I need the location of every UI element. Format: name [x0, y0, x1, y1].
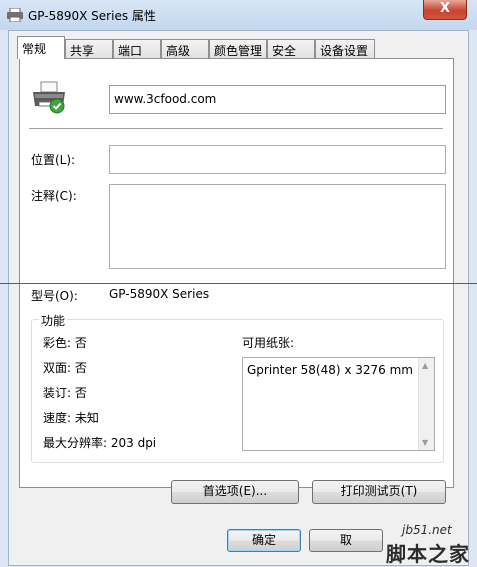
watermark-site: jb51.net	[402, 523, 452, 537]
color-capability: 彩色: 否	[43, 336, 87, 350]
title-bar: GP-5890X Series 属性 X	[0, 0, 477, 30]
duplex-capability: 双面: 否	[43, 361, 87, 375]
scroll-down-arrow-icon[interactable]: ▼	[422, 438, 428, 447]
window-title: GP-5890X Series 属性	[28, 9, 156, 23]
tab-general[interactable]: 常规	[17, 36, 65, 59]
tab-ports[interactable]: 端口	[113, 39, 161, 58]
comment-input[interactable]	[109, 184, 446, 269]
red-guide-line	[0, 283, 477, 284]
speed-capability: 速度: 未知	[43, 411, 99, 425]
staple-capability: 装订: 否	[43, 386, 87, 400]
tab-device-settings[interactable]: 设备设置	[315, 39, 375, 58]
tab-color-management[interactable]: 颜色管理	[209, 39, 267, 58]
resolution-capability: 最大分辨率: 203 dpi	[43, 436, 157, 450]
paper-sizes-label: 可用纸张:	[242, 336, 295, 350]
printer-small-icon	[7, 8, 23, 22]
printer-default-icon	[33, 81, 65, 114]
location-input[interactable]	[109, 145, 446, 174]
tab-sharing[interactable]: 共享	[65, 39, 113, 58]
tab-security[interactable]: 安全	[267, 39, 315, 58]
preferences-button[interactable]: 首选项(E)...	[171, 480, 299, 504]
tab-advanced[interactable]: 高级	[161, 39, 209, 58]
paper-sizes-list[interactable]: Gprinter 58(48) x 3276 mm ▲ ▼	[242, 357, 435, 451]
location-label: 位置(L):	[31, 153, 76, 167]
watermark-name: 脚本之家	[386, 542, 470, 566]
ok-button[interactable]: 确定	[227, 529, 301, 552]
dialog-body: 常规 共享 端口 高级 颜色管理 安全 设备设置 www.3cfood.com …	[8, 30, 469, 566]
printer-name-input[interactable]: www.3cfood.com	[109, 85, 446, 114]
model-value: GP-5890X Series	[109, 287, 210, 301]
print-test-page-button[interactable]: 打印测试页(T)	[312, 480, 446, 504]
close-button[interactable]: X	[423, 0, 467, 20]
general-panel: www.3cfood.com 位置(L): 注释(C): 型号(O): GP-5…	[19, 58, 454, 504]
cancel-button[interactable]: 取	[309, 529, 383, 552]
model-label: 型号(O):	[31, 289, 78, 303]
list-item[interactable]: Gprinter 58(48) x 3276 mm	[247, 363, 413, 377]
scrollbar[interactable]: ▲ ▼	[418, 358, 434, 450]
comment-label: 注释(C):	[31, 189, 77, 203]
features-title: 功能	[39, 312, 68, 329]
separator	[29, 128, 443, 129]
scroll-up-arrow-icon[interactable]: ▲	[422, 361, 428, 370]
